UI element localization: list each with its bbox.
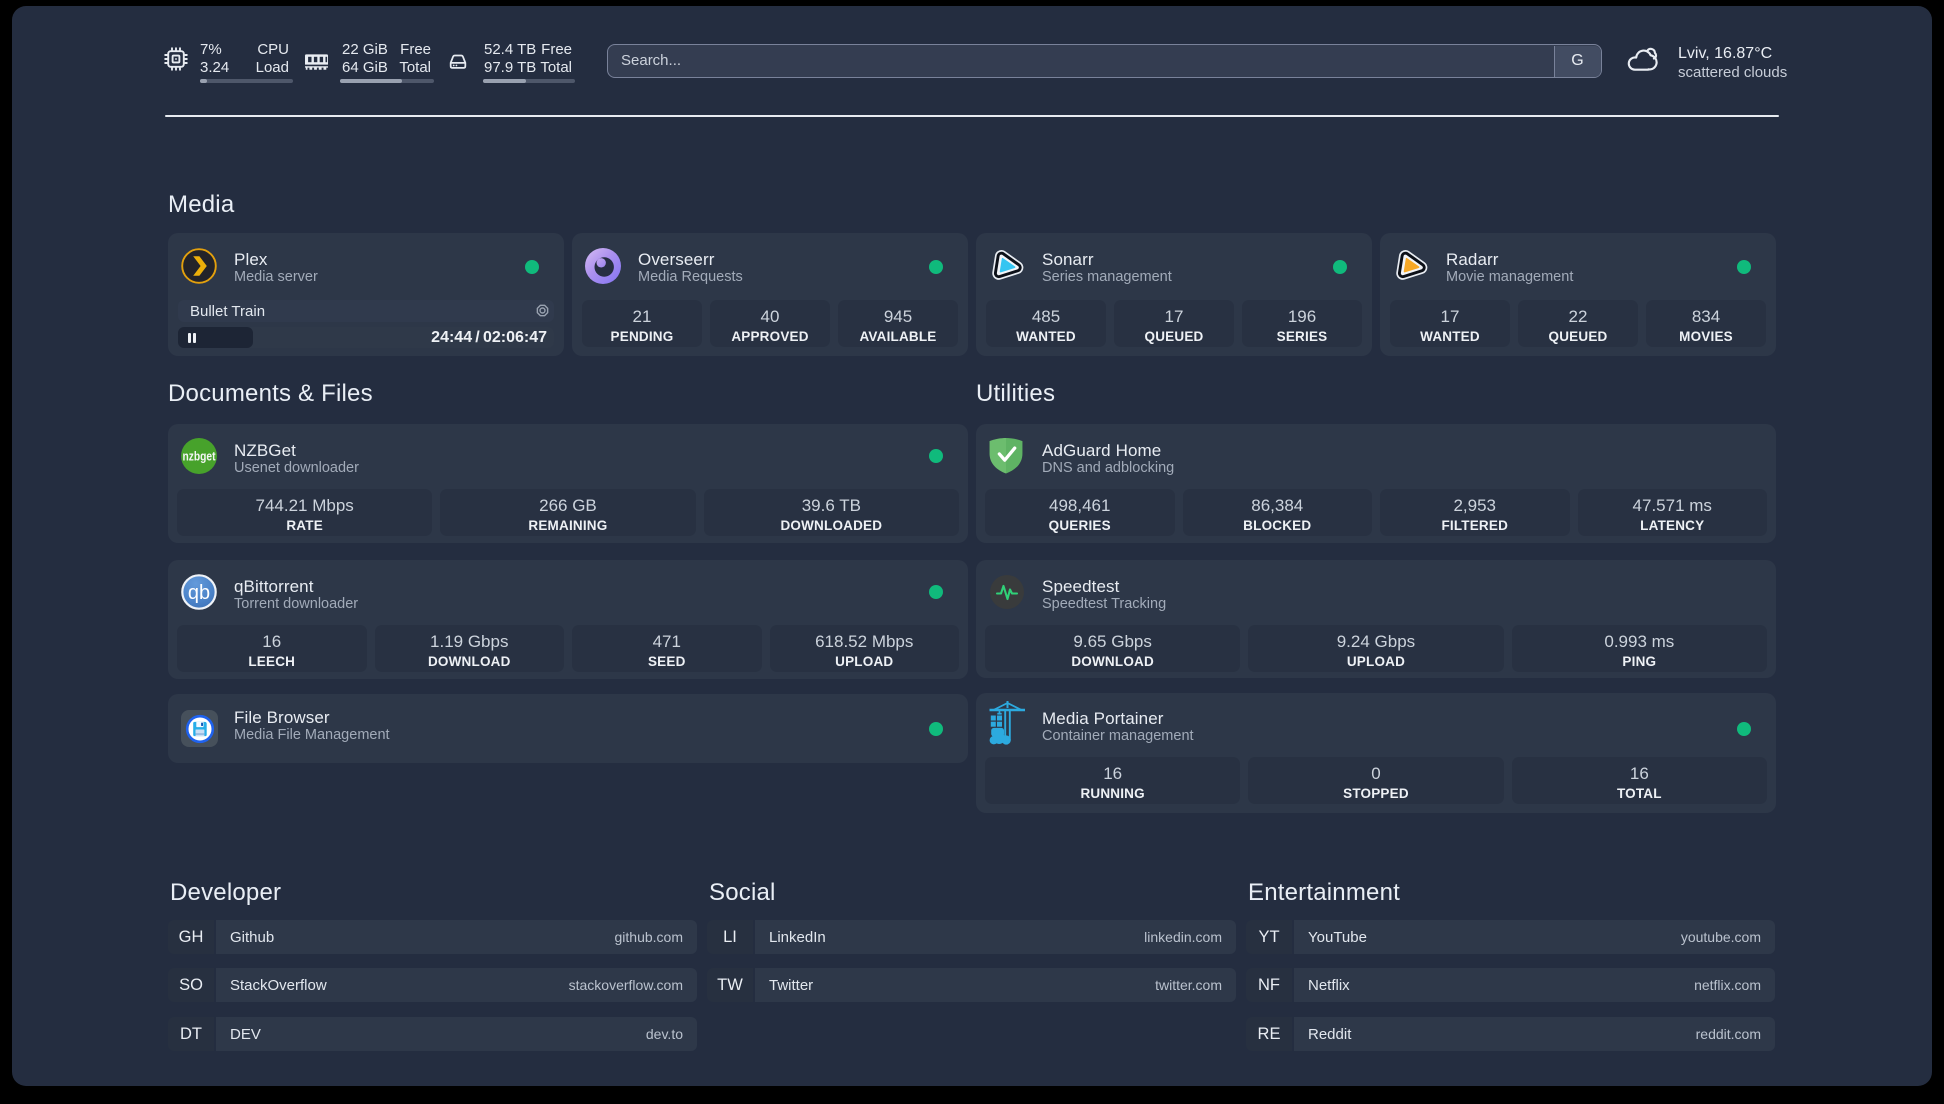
- svg-text:qb: qb: [188, 582, 210, 604]
- svg-text:nzbget: nzbget: [182, 451, 215, 464]
